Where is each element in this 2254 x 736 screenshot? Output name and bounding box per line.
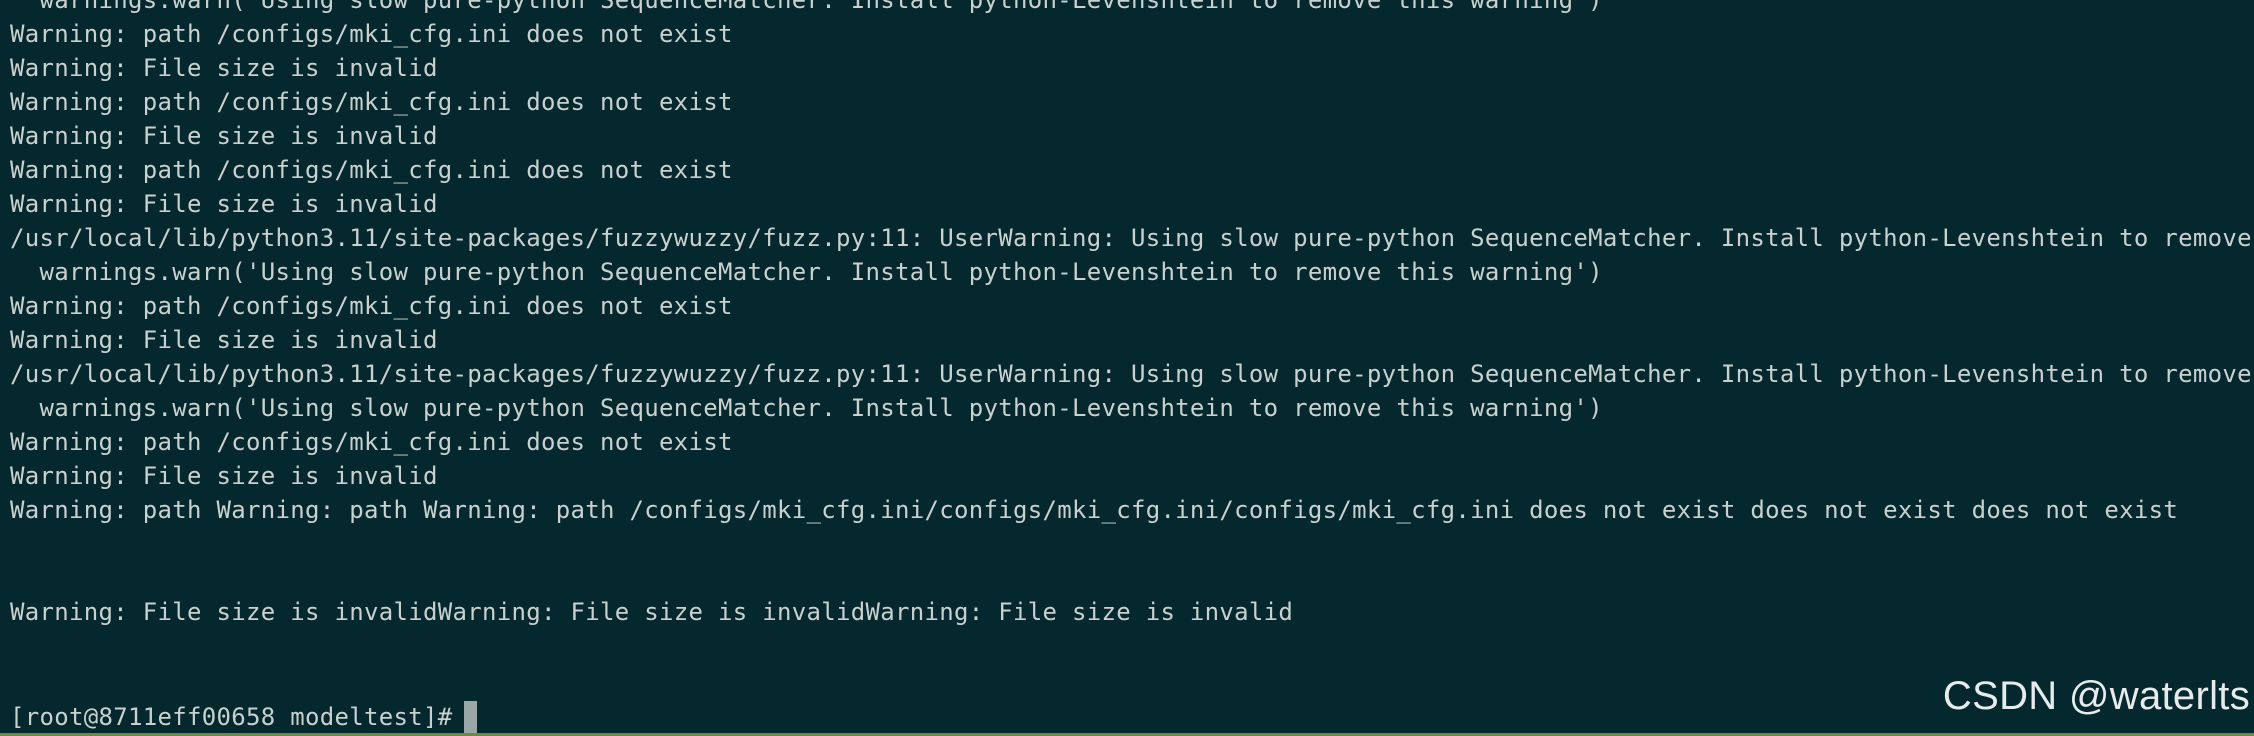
- terminal-line: warnings.warn('Using slow pure-python Se…: [10, 258, 1603, 286]
- terminal-line: Warning: File size is invalid: [10, 54, 438, 82]
- shell-prompt: [root@8711eff00658 modeltest]#: [10, 703, 453, 731]
- terminal-line: Warning: File size is invalid: [10, 122, 438, 150]
- terminal-line: warnings.warn('Using slow pure-python Se…: [10, 394, 1603, 422]
- terminal-line: Warning: path /configs/mki_cfg.ini does …: [10, 88, 733, 116]
- terminal-line: Warning: File size is invalid: [10, 462, 438, 490]
- watermark: CSDN @waterlts: [1942, 674, 2250, 718]
- terminal-line: Warning: path /configs/mki_cfg.ini does …: [10, 156, 733, 184]
- terminal-line: /usr/local/lib/python3.11/site-packages/…: [10, 224, 2254, 252]
- terminal-line: Warning: File size is invalid: [10, 326, 438, 354]
- terminal-window[interactable]: warnings.warn('Using slow pure-python Se…: [0, 0, 2254, 736]
- terminal-line: /usr/local/lib/python3.11/site-packages/…: [10, 360, 2254, 388]
- terminal-line: Warning: path /configs/mki_cfg.ini does …: [10, 20, 733, 48]
- text-cursor: [464, 701, 478, 733]
- terminal-line: Warning: File size is invalidWarning: Fi…: [10, 598, 1294, 626]
- terminal-line: Warning: path /configs/mki_cfg.ini does …: [10, 292, 733, 320]
- terminal-line: Warning: path /configs/mki_cfg.ini does …: [10, 428, 733, 456]
- terminal-line: Warning: File size is invalid: [10, 190, 438, 218]
- terminal-line: warnings.warn('Using slow pure-python Se…: [10, 0, 1603, 14]
- command-prompt-line[interactable]: [root@8711eff00658 modeltest]#: [10, 700, 478, 734]
- terminal-output: warnings.warn('Using slow pure-python Se…: [10, 0, 2254, 629]
- terminal-line: Warning: path Warning: path Warning: pat…: [10, 496, 2179, 524]
